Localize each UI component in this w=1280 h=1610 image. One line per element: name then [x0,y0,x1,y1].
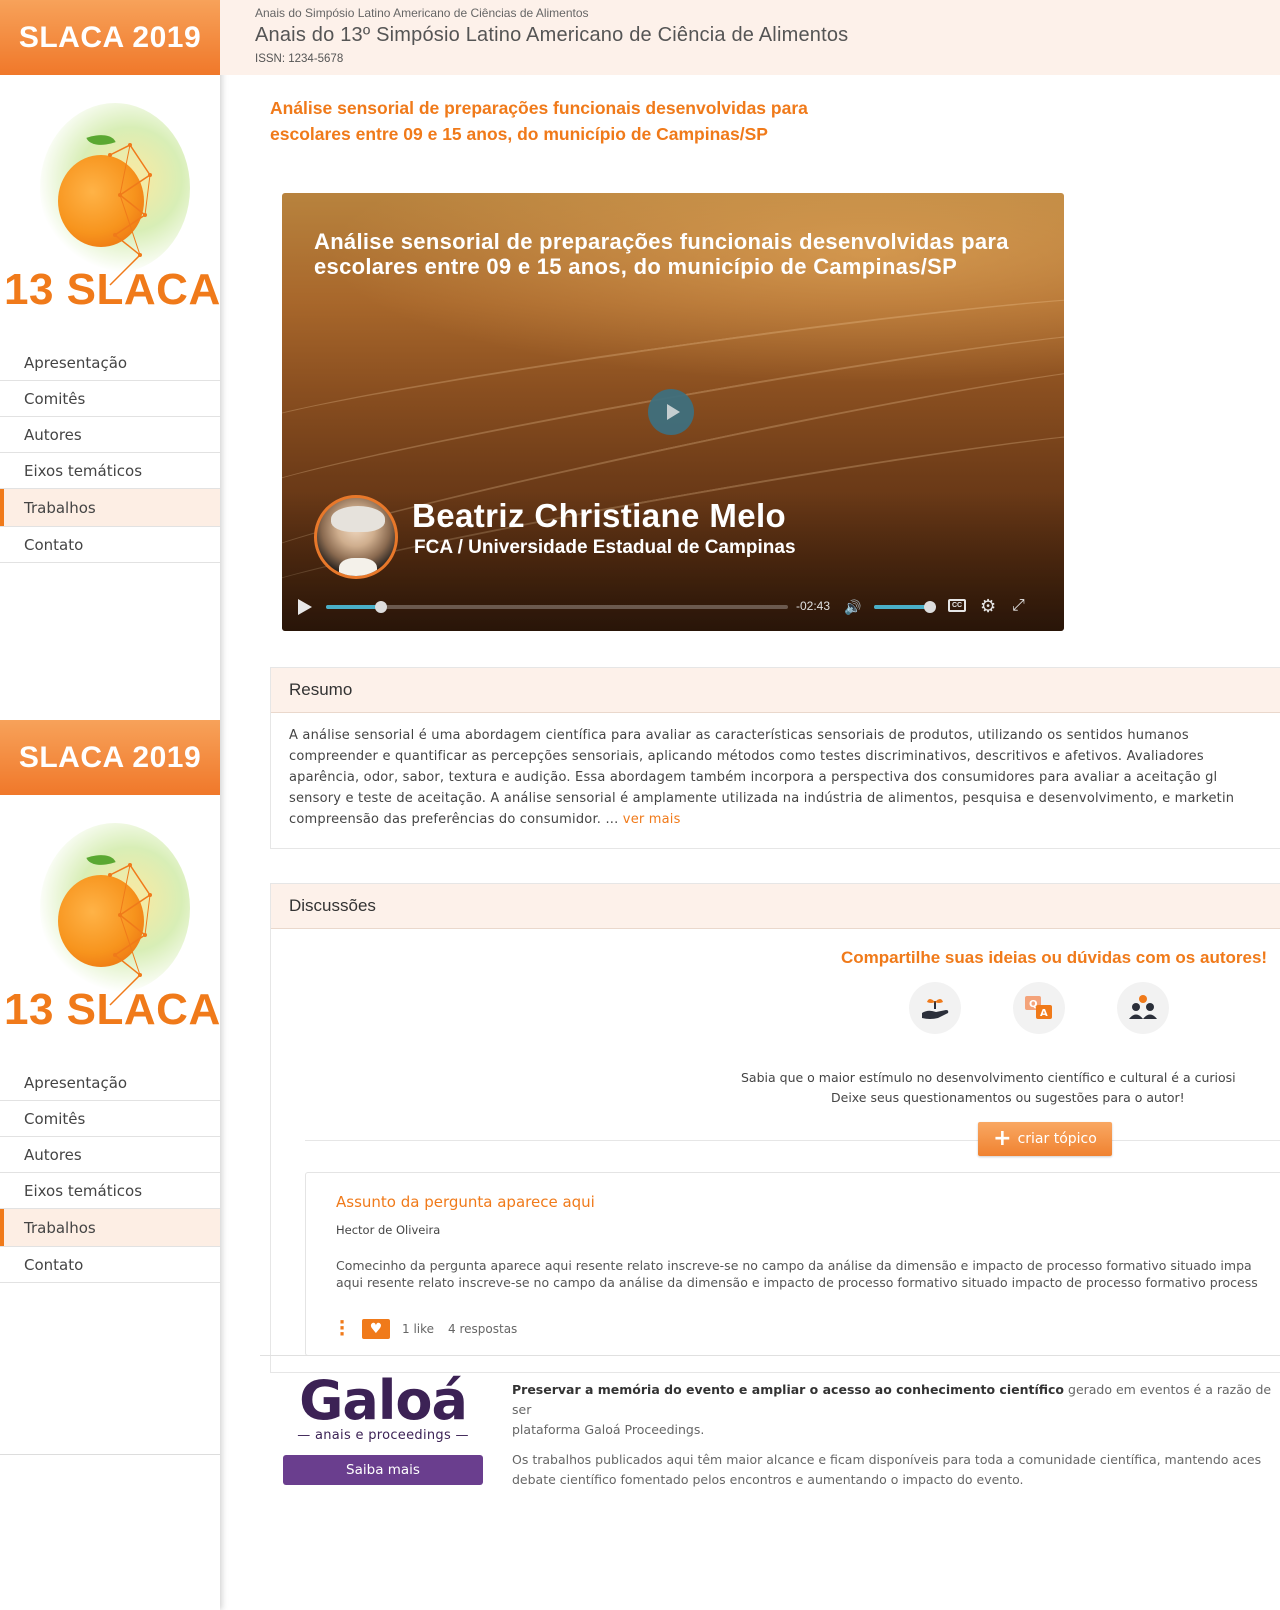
volume-fill [874,605,930,609]
discussions-info-line1: Sabia que o maior estímulo no desenvolvi… [741,1070,1236,1085]
footer-highlight: Preservar a memória do evento e ampliar … [512,1382,1065,1397]
abstract-text: A análise sensorial é uma abordagem cien… [271,713,1280,830]
play-icon[interactable] [298,599,312,615]
video-author-institution: FCA / Universidade Estadual de Campinas [414,537,796,558]
galoa-wordmark: Galoá [299,1369,468,1432]
header-issn: ISSN: 1234-5678 [255,53,344,65]
sidebar-item-trabalhos[interactable]: Trabalhos [0,1209,220,1247]
reply-count[interactable]: 4 respostas [448,1322,517,1336]
event-brand-bar[interactable]: SLACA 2019 [0,720,220,795]
event-logo[interactable]: 13 SLACA [0,795,220,1065]
captions-icon[interactable]: CC [948,599,966,612]
sidebar-nav: Apresentação Comitês Autores Eixos temát… [0,345,220,563]
page-header: Anais do Simpósio Latino Americano de Ci… [220,0,1280,75]
topic-body-line: Comecinho da pergunta aparece aqui resen… [336,1258,1252,1273]
sidebar-nav: Apresentação Comitês Autores Eixos temát… [0,1065,220,1283]
time-remaining: -02:43 [796,599,831,613]
topic-actions: · · · ♥ 1 like 4 respostas [336,1314,518,1344]
logo-text: 13 SLACA [4,265,221,314]
volume-handle[interactable] [924,601,936,613]
qa-icon: Q A [1013,982,1065,1034]
galoa-tagline: — anais e proceedings — [297,1428,469,1443]
progress-bar[interactable] [326,601,788,613]
sidebar-item-apresentacao[interactable]: Apresentação [0,1065,220,1101]
plant-hand-icon [909,982,961,1034]
discussions-info: Sabia que o maior estímulo no desenvolvi… [741,1068,1280,1108]
create-topic-label: criar tópico [1017,1131,1097,1147]
play-button[interactable] [648,389,694,435]
footer-paragraph: Os trabalhos publicados aqui têm maior a… [512,1452,1262,1487]
video-player[interactable]: Análise sensorial de preparações funcion… [282,193,1064,631]
progress-handle[interactable] [375,601,388,613]
svg-text:A: A [1040,1008,1048,1019]
header-title: Anais do 13º Simpósio Latino Americano d… [255,24,849,46]
abstract-body: A análise sensorial é uma abordagem cien… [289,728,1235,827]
progress-fill [326,605,382,609]
sidebar-item-eixos[interactable]: Eixos temáticos [0,453,220,489]
work-title: Análise sensorial de preparações funcion… [270,98,808,144]
sidebar-item-comites[interactable]: Comitês [0,1101,220,1137]
volume-icon[interactable]: 🔊 [844,599,861,616]
sidebar-item-trabalhos[interactable]: Trabalhos [0,489,220,527]
people-icon [1117,982,1169,1034]
galoa-logo[interactable]: Galoá — anais e proceedings — [283,1369,483,1444]
sidebar-item-eixos[interactable]: Eixos temáticos [0,1173,220,1209]
sidebar-item-comites[interactable]: Comitês [0,381,220,417]
discussions-cta: Compartilhe suas ideias ou dúvidas com o… [841,948,1268,967]
discussions-panel: Discussões Compartilhe suas ideias ou dú… [270,883,1280,1373]
video-title: Análise sensorial de preparações funcion… [314,229,1009,279]
plus-icon: + [993,1126,1012,1151]
read-more-link[interactable]: ver mais [623,812,681,827]
topic-title[interactable]: Assunto da pergunta aparece aqui [336,1193,595,1211]
video-controls: -02:43 🔊 CC ⚙ ⤢ [282,583,1064,631]
sidebar-item-contato[interactable]: Contato [0,527,220,563]
avatar [314,495,398,579]
create-topic-button[interactable]: + criar tópico [978,1122,1112,1156]
sidebar-item-autores[interactable]: Autores [0,1137,220,1173]
divider [305,1140,1280,1141]
sidebar-divider [0,1454,220,1455]
footer-divider [260,1355,1280,1356]
sidebar-block: SLACA 2019 13 SLACA Apresentação Comitês… [0,720,220,1283]
learn-more-button[interactable]: Saiba mais [283,1455,483,1485]
sidebar-item-apresentacao[interactable]: Apresentação [0,345,220,381]
like-button[interactable]: ♥ [362,1319,390,1339]
heart-icon: ♥ [369,1321,383,1337]
avatar-hair [331,506,385,532]
sidebar-item-autores[interactable]: Autores [0,417,220,453]
topic-author: Hector de Oliveira [336,1223,441,1237]
fullscreen-icon[interactable]: ⤢ [1012,597,1025,615]
topic-body: Comecinho da pergunta aparece aqui resen… [336,1257,1280,1291]
discussions-info-line2: Deixe seus questionamentos ou sugestões … [831,1090,1185,1105]
sidebar-block: SLACA 2019 13 SLACA Apresentação Comitês… [0,0,220,563]
galoa-tagline-text: anais e proceedings [314,1428,452,1443]
footer-paragraph: Preservar a memória do evento e ampliar … [512,1380,1280,1440]
topic-body-line: aqui resente relato inscreve-se no campo… [336,1275,1258,1290]
abstract-heading: Resumo [271,668,1280,713]
footer-text: Preservar a memória do evento e ampliar … [512,1380,1280,1500]
header-pretitle: Anais do Simpósio Latino Americano de Ci… [255,6,589,20]
video-author-name: Beatriz Christiane Melo [412,497,787,534]
discussions-heading: Discussões [271,884,1280,929]
volume-slider[interactable] [874,601,936,613]
like-count: 1 like [402,1322,435,1336]
event-logo[interactable]: 13 SLACA [0,75,220,345]
gear-icon[interactable]: ⚙ [980,596,996,617]
abstract-panel: Resumo A análise sensorial é uma abordag… [270,667,1280,849]
more-options-icon[interactable]: · · · [336,1314,348,1344]
topic-card: Assunto da pergunta aparece aqui Hector … [305,1172,1280,1356]
sidebar-item-contato[interactable]: Contato [0,1247,220,1283]
avatar-collar [339,558,377,576]
event-brand-bar[interactable]: SLACA 2019 [0,0,220,75]
logo-text: 13 SLACA [4,985,221,1034]
